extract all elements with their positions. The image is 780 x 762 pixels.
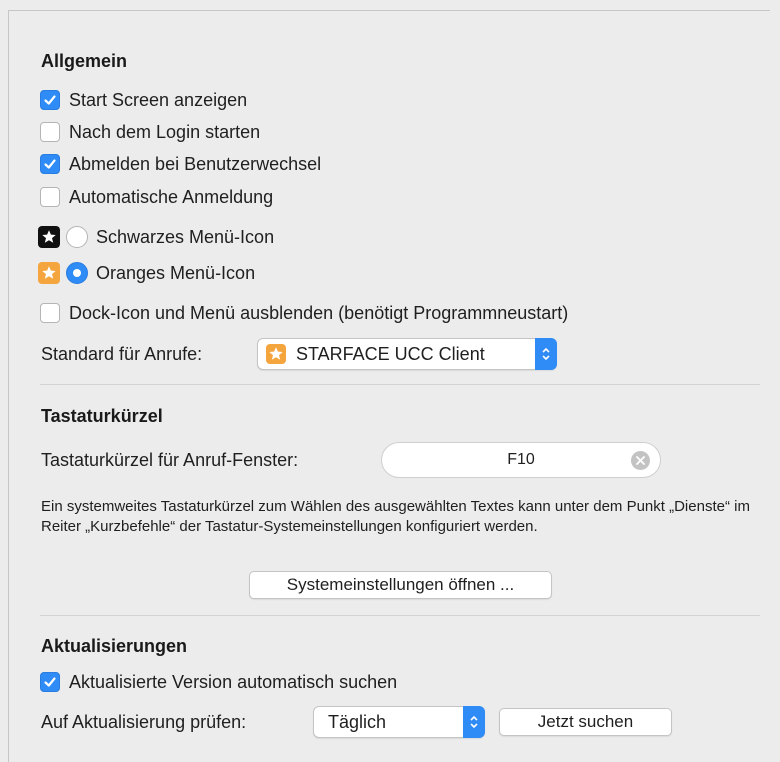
checkbox-after-login[interactable]	[40, 122, 60, 142]
checkbox-label: Abmelden bei Benutzerwechsel	[69, 153, 322, 174]
clear-shortcut-icon[interactable]	[631, 451, 650, 470]
search-now-button[interactable]: Jetzt suchen	[499, 708, 672, 736]
chevron-up-down-icon	[542, 347, 550, 361]
star-icon	[42, 230, 56, 243]
section-title-allgemein: Allgemein	[41, 51, 128, 71]
orange-star-menu-icon	[38, 262, 60, 284]
checkmark-icon	[44, 95, 56, 105]
open-system-settings-button[interactable]: Systemeinstellungen öffnen ...	[249, 571, 552, 599]
checkbox-row-start-screen[interactable]: Start Screen anzeigen	[40, 87, 247, 113]
checkbox-row-after-login[interactable]: Nach dem Login starten	[40, 119, 260, 145]
section-divider	[40, 384, 760, 385]
radio-label: Schwarzes Menü-Icon	[96, 226, 275, 247]
radio-label: Oranges Menü-Icon	[96, 262, 256, 283]
select-stepper[interactable]	[463, 706, 485, 738]
checkbox-row-logout-user-switch[interactable]: Abmelden bei Benutzerwechsel	[40, 151, 321, 177]
radio-orange-icon[interactable]	[66, 262, 88, 284]
star-icon	[269, 347, 283, 360]
starface-app-icon	[266, 344, 286, 364]
section-title-tastatur: Tastaturkürzel	[41, 406, 163, 426]
star-icon	[42, 266, 56, 279]
check-interval-label: Auf Aktualisierung prüfen:	[41, 712, 247, 732]
checkmark-icon	[44, 159, 56, 169]
black-star-menu-icon	[38, 226, 60, 248]
section-divider	[40, 615, 760, 616]
checkbox-label: Automatische Anmeldung	[69, 186, 274, 207]
default-calls-value: STARFACE UCC Client	[296, 343, 485, 364]
chevron-up-down-icon	[470, 715, 478, 729]
default-calls-label: Standard für Anrufe:	[41, 344, 203, 364]
radio-row-black-icon[interactable]: Schwarzes Menü-Icon	[38, 224, 274, 250]
checkbox-label: Nach dem Login starten	[69, 121, 261, 142]
checkbox-auto-check[interactable]	[40, 672, 60, 692]
shortcut-value: F10	[507, 451, 535, 468]
section-title-updates: Aktualisierungen	[41, 636, 188, 656]
shortcut-label: Tastaturkürzel für Anruf-Fenster:	[41, 450, 299, 470]
checkbox-label: Aktualisierte Version automatisch suchen	[69, 671, 398, 692]
checkbox-row-hide-dock[interactable]: Dock-Icon und Menü ausblenden (benötigt …	[40, 300, 568, 326]
shortcut-description: Ein systemweites Tastaturkürzel zum Wähl…	[41, 498, 750, 535]
checkbox-row-auto-check[interactable]: Aktualisierte Version automatisch suchen	[40, 669, 397, 695]
check-interval-select[interactable]: Täglich	[313, 706, 485, 738]
radio-row-orange-icon[interactable]: Oranges Menü-Icon	[38, 260, 255, 286]
checkbox-hide-dock[interactable]	[40, 303, 60, 323]
checkbox-auto-login[interactable]	[40, 187, 60, 207]
default-calls-select[interactable]: STARFACE UCC Client	[257, 338, 557, 370]
radio-black-icon[interactable]	[66, 226, 88, 248]
checkbox-logout-user-switch[interactable]	[40, 154, 60, 174]
preferences-panel: Allgemein Start Screen anzeigen Nach dem…	[8, 10, 770, 762]
checkbox-label: Dock-Icon und Menü ausblenden (benötigt …	[69, 302, 569, 323]
checkbox-start-screen[interactable]	[40, 90, 60, 110]
checkmark-icon	[44, 677, 56, 687]
checkbox-row-auto-login[interactable]: Automatische Anmeldung	[40, 184, 273, 210]
checkbox-label: Start Screen anzeigen	[69, 89, 248, 110]
shortcut-recorder-field[interactable]: F10	[381, 442, 661, 478]
check-interval-value: Täglich	[328, 711, 387, 732]
select-stepper[interactable]	[535, 338, 557, 370]
